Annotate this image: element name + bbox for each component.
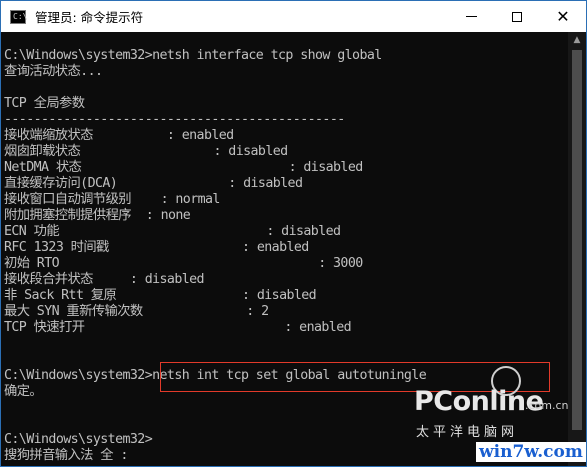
console-line: 最大 SYN 重新传输次数 : 2 <box>4 304 269 319</box>
console-line: 烟囱卸载状态 : disabled <box>4 144 288 159</box>
vertical-scrollbar[interactable]: ▲ ▼ <box>568 32 586 466</box>
scrollbar-thumb[interactable] <box>572 50 582 430</box>
maximize-button[interactable] <box>495 1 539 32</box>
close-button[interactable]: ✕ <box>541 1 585 32</box>
console-line: 直接缓存访问(DCA) : disabled <box>4 176 303 191</box>
console-line: 接收端缩放状态 : enabled <box>4 128 234 143</box>
console-line: 查询活动状态... <box>4 64 103 79</box>
console-line: RFC 1323 时间戳 : enabled <box>4 240 309 255</box>
terminal-icon: C:\ <box>10 9 27 24</box>
console-line: 确定。 <box>4 384 43 399</box>
console-line: 搜狗拼音输入法 全 : <box>4 448 128 463</box>
console-line: C:\Windows\system32> <box>4 432 153 447</box>
watermark-domain: .com.cn <box>525 399 569 412</box>
scroll-up-icon[interactable]: ▲ <box>568 32 586 48</box>
console-line: NetDMA 状态 : disabled <box>4 160 363 175</box>
console-line: 初始 RTO : 3000 <box>4 256 363 271</box>
minimize-icon <box>465 16 477 17</box>
console-line: C:\Windows\system32>netsh interface tcp … <box>4 48 382 63</box>
window-title: 管理员: 命令提示符 <box>35 10 144 25</box>
console-line: TCP 快速打开 : enabled <box>4 320 352 335</box>
maximize-icon <box>512 11 522 22</box>
watermark-url: win7w.com <box>476 442 586 462</box>
console-line: 附加拥塞控制提供程序 : none <box>4 208 191 223</box>
watermark-chinese-name: 太平洋电脑网 <box>416 425 519 440</box>
title-bar[interactable]: C:\ 管理员: 命令提示符 ✕ <box>1 1 586 32</box>
console-line: 非 Sack Rtt 复原 : disabled <box>4 288 317 303</box>
console-line: 接收窗口自动调节级别 : normal <box>4 192 220 207</box>
console-line: ----------------------------------------… <box>4 112 345 127</box>
minimize-button[interactable] <box>449 1 493 32</box>
watermark-brand: PConline <box>414 386 544 417</box>
console-line: 接收段合并状态 : disabled <box>4 272 205 287</box>
console-line: TCP 全局参数 <box>4 96 85 111</box>
close-icon: ✕ <box>556 7 570 26</box>
console-line: ECN 功能 : disabled <box>4 224 341 239</box>
